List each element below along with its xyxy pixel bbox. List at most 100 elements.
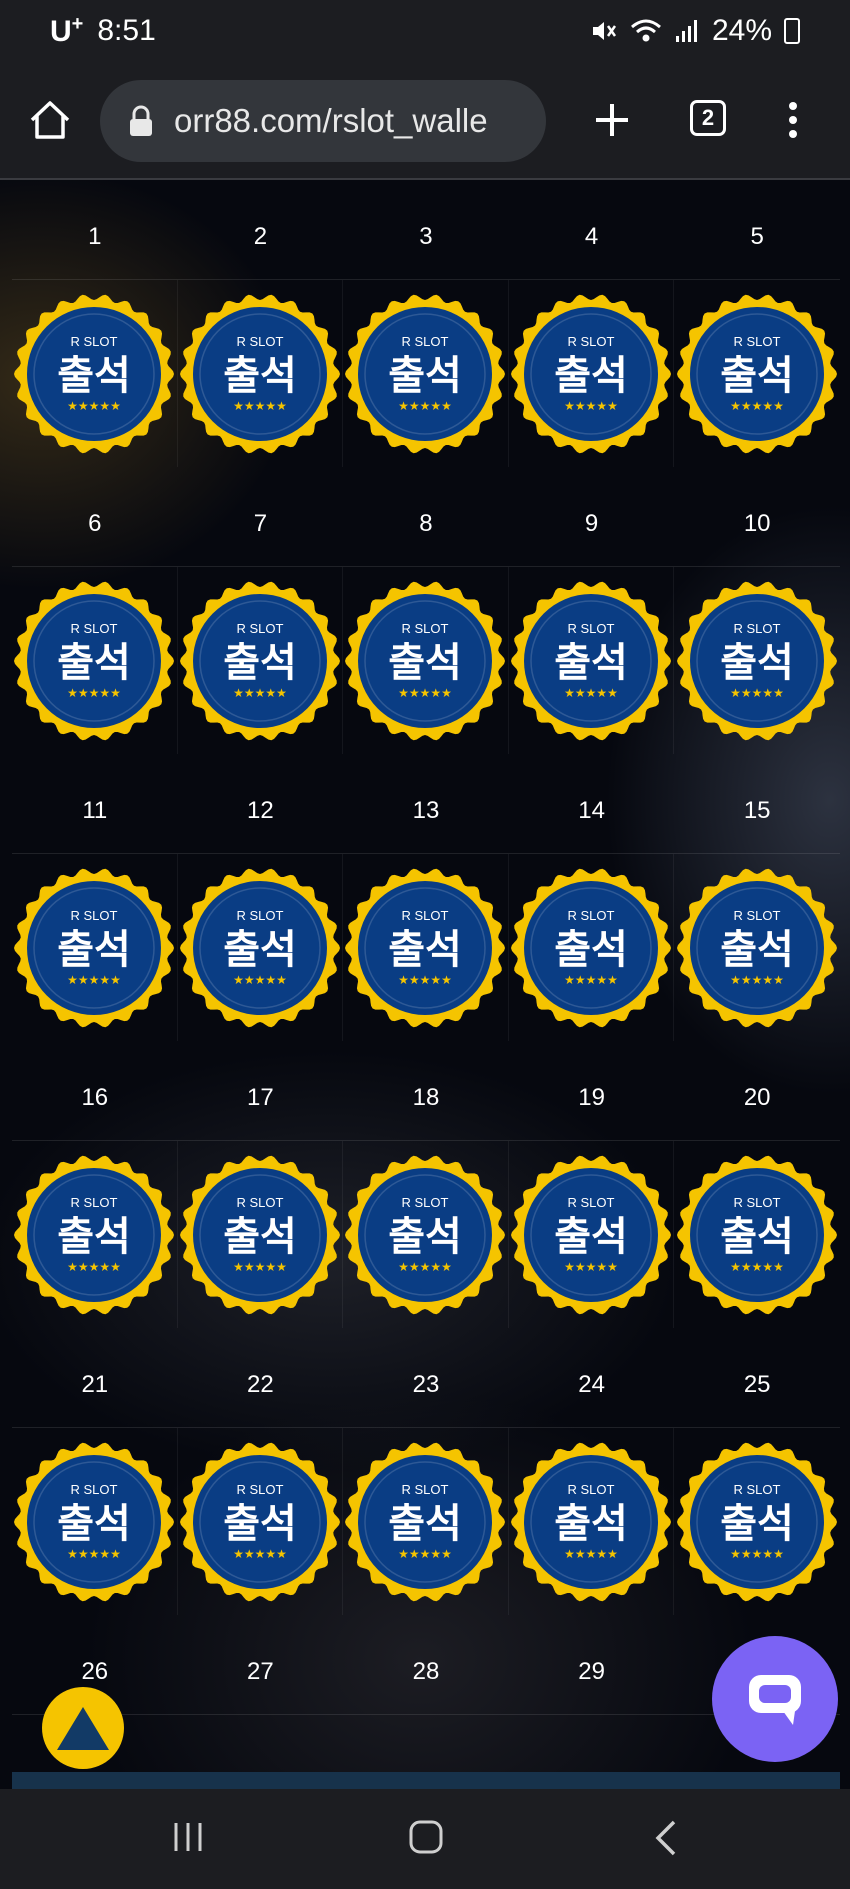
home-nav-icon[interactable]: [408, 1819, 444, 1855]
badge-label: 출석: [389, 640, 463, 686]
badge-label: 출석: [720, 1214, 794, 1260]
badge-brand: R SLOT: [568, 1482, 615, 1497]
badge-label: 출석: [554, 1214, 628, 1260]
address-bar[interactable]: orr88.com/rslot_walle: [100, 80, 546, 162]
day-number: 9: [508, 467, 675, 567]
day-number: 8: [343, 467, 509, 567]
day-number: 6: [12, 467, 178, 567]
badge-brand: R SLOT: [734, 908, 781, 923]
day-number: 16: [12, 1041, 178, 1141]
attendance-stamp-badge: R SLOT 출석★★★★★: [677, 294, 838, 453]
system-nav-bar: [0, 1789, 850, 1889]
badge-label: 출석: [720, 353, 794, 399]
day-cell: R SLOT 출석 ★★★★★: [343, 854, 509, 1041]
attendance-stamp-badge: R SLOT 출석★★★★★: [179, 581, 340, 740]
day-cell: R SLOT 출석 ★★★★★: [12, 280, 178, 467]
badge-brand: R SLOT: [734, 621, 781, 636]
day-number: 2: [177, 180, 344, 280]
browser-toolbar: orr88.com/rslot_walle 2: [0, 62, 850, 180]
calendar-stamp-row: R SLOT 출석 ★★★★★ R SLOT 출석 ★★★★★ R SLOT 출석 ★★★★★ R…: [12, 1428, 840, 1615]
badge-label: 출석: [720, 1501, 794, 1547]
day-number: 12: [177, 754, 344, 854]
day-number: 1: [12, 180, 178, 280]
badge-brand: R SLOT: [402, 908, 449, 923]
day-cell: R SLOT 출석 ★★★★★: [178, 1428, 344, 1615]
badge-label: 출석: [554, 927, 628, 973]
badge-brand: R SLOT: [236, 334, 283, 349]
badge-stars: ★★★★★: [233, 1260, 287, 1274]
mute-icon: [592, 22, 616, 40]
badge-stars: ★★★★★: [67, 399, 121, 413]
day-cell: R SLOT 출석 ★★★★★: [674, 1428, 840, 1615]
attendance-stamp-badge: R SLOT 출석★★★★★: [14, 1442, 175, 1601]
attendance-stamp-badge: R SLOT 출석★★★★★: [345, 1442, 506, 1601]
badge-stars: ★★★★★: [399, 1547, 453, 1561]
badge-brand: R SLOT: [71, 621, 118, 636]
recents-icon[interactable]: [170, 1819, 206, 1855]
chat-button[interactable]: [712, 1636, 838, 1762]
badge-stars: ★★★★★: [233, 973, 287, 987]
attendance-stamp-badge: R SLOT 출석★★★★★: [677, 1155, 838, 1314]
back-icon[interactable]: [652, 1819, 680, 1857]
attendance-stamp-badge: R SLOT 출석★★★★★: [345, 294, 506, 453]
day-cell: R SLOT 출석 ★★★★★: [674, 280, 840, 467]
tab-switcher-button[interactable]: 2: [690, 100, 726, 136]
badge-label: 출석: [223, 1501, 297, 1547]
attendance-stamp-badge: R SLOT 출석★★★★★: [14, 1155, 175, 1314]
day-number: 3: [343, 180, 509, 280]
day-number: 24: [508, 1328, 675, 1428]
new-tab-icon[interactable]: [590, 98, 634, 142]
badge-brand: R SLOT: [71, 1195, 118, 1210]
attendance-stamp-badge: R SLOT 출석★★★★★: [677, 1442, 838, 1601]
attendance-page: 12345R SLOT 출석 ★★★★★ R SLOT 출석 ★★★★★ R SLOT 출석 ★…: [0, 180, 850, 1789]
badge-label: 출석: [57, 1214, 131, 1260]
badge-brand: R SLOT: [568, 1195, 615, 1210]
day-cell: R SLOT 출석 ★★★★★: [674, 1141, 840, 1328]
calendar-day-number-row: 6 7 8 9 10: [12, 467, 840, 567]
home-icon[interactable]: [28, 98, 72, 142]
attendance-stamp-badge: R SLOT 출석★★★★★: [14, 294, 175, 453]
badge-label: 출석: [223, 353, 297, 399]
badge-stars: ★★★★★: [67, 973, 121, 987]
badge-stars: ★★★★★: [399, 686, 453, 700]
badge-stars: ★★★★★: [730, 1547, 784, 1561]
day-number: 17: [177, 1041, 344, 1141]
status-time: 8:51: [97, 14, 156, 47]
day-number: 19: [508, 1041, 675, 1141]
day-cell: R SLOT 출석 ★★★★★: [674, 567, 840, 754]
badge-stars: ★★★★★: [399, 973, 453, 987]
day-cell: R SLOT 출석 ★★★★★: [12, 854, 178, 1041]
badge-brand: R SLOT: [71, 334, 118, 349]
day-cell: R SLOT 출석 ★★★★★: [178, 280, 344, 467]
badge-stars: ★★★★★: [67, 686, 121, 700]
status-bar: U+ 8:51 24%: [0, 0, 850, 62]
day-cell: R SLOT 출석 ★★★★★: [12, 1428, 178, 1615]
attendance-stamp-badge: R SLOT 출석★★★★★: [511, 1155, 672, 1314]
attendance-stamp-badge: R SLOT 출석★★★★★: [179, 1155, 340, 1314]
badge-label: 출석: [223, 1214, 297, 1260]
badge-label: 출석: [554, 353, 628, 399]
badge-stars: ★★★★★: [564, 973, 618, 987]
scroll-to-top-button[interactable]: [42, 1687, 124, 1769]
badge-brand: R SLOT: [734, 1482, 781, 1497]
more-menu-icon[interactable]: [778, 98, 808, 142]
badge-label: 출석: [57, 353, 131, 399]
day-number: 5: [674, 180, 840, 280]
badge-brand: R SLOT: [236, 621, 283, 636]
badge-stars: ★★★★★: [233, 1547, 287, 1561]
attendance-stamp-badge: R SLOT 출석★★★★★: [511, 581, 672, 740]
attendance-stamp-badge: R SLOT 출석★★★★★: [677, 868, 838, 1027]
day-cell: R SLOT 출석 ★★★★★: [509, 854, 675, 1041]
calendar-day-number-row: 12345: [12, 180, 840, 280]
calendar-stamp-row: R SLOT 출석 ★★★★★ R SLOT 출석 ★★★★★ R SLOT 출석 ★★★★★ R…: [12, 1141, 840, 1328]
day-cell: R SLOT 출석 ★★★★★: [509, 1141, 675, 1328]
url-text: orr88.com/rslot_walle: [174, 102, 488, 139]
day-number: 10: [674, 467, 840, 567]
calendar-stamp-row: R SLOT 출석 ★★★★★ R SLOT 출석 ★★★★★ R SLOT 출석 ★★★★★ R…: [12, 280, 840, 467]
badge-label: 출석: [389, 1214, 463, 1260]
attendance-stamp-badge: R SLOT 출석★★★★★: [345, 581, 506, 740]
day-number: 21: [12, 1328, 178, 1428]
calendar-day-number-row: 11 12 13 14 15: [12, 754, 840, 854]
attendance-stamp-badge: R SLOT 출석★★★★★: [179, 1442, 340, 1601]
day-number: 23: [343, 1328, 509, 1428]
